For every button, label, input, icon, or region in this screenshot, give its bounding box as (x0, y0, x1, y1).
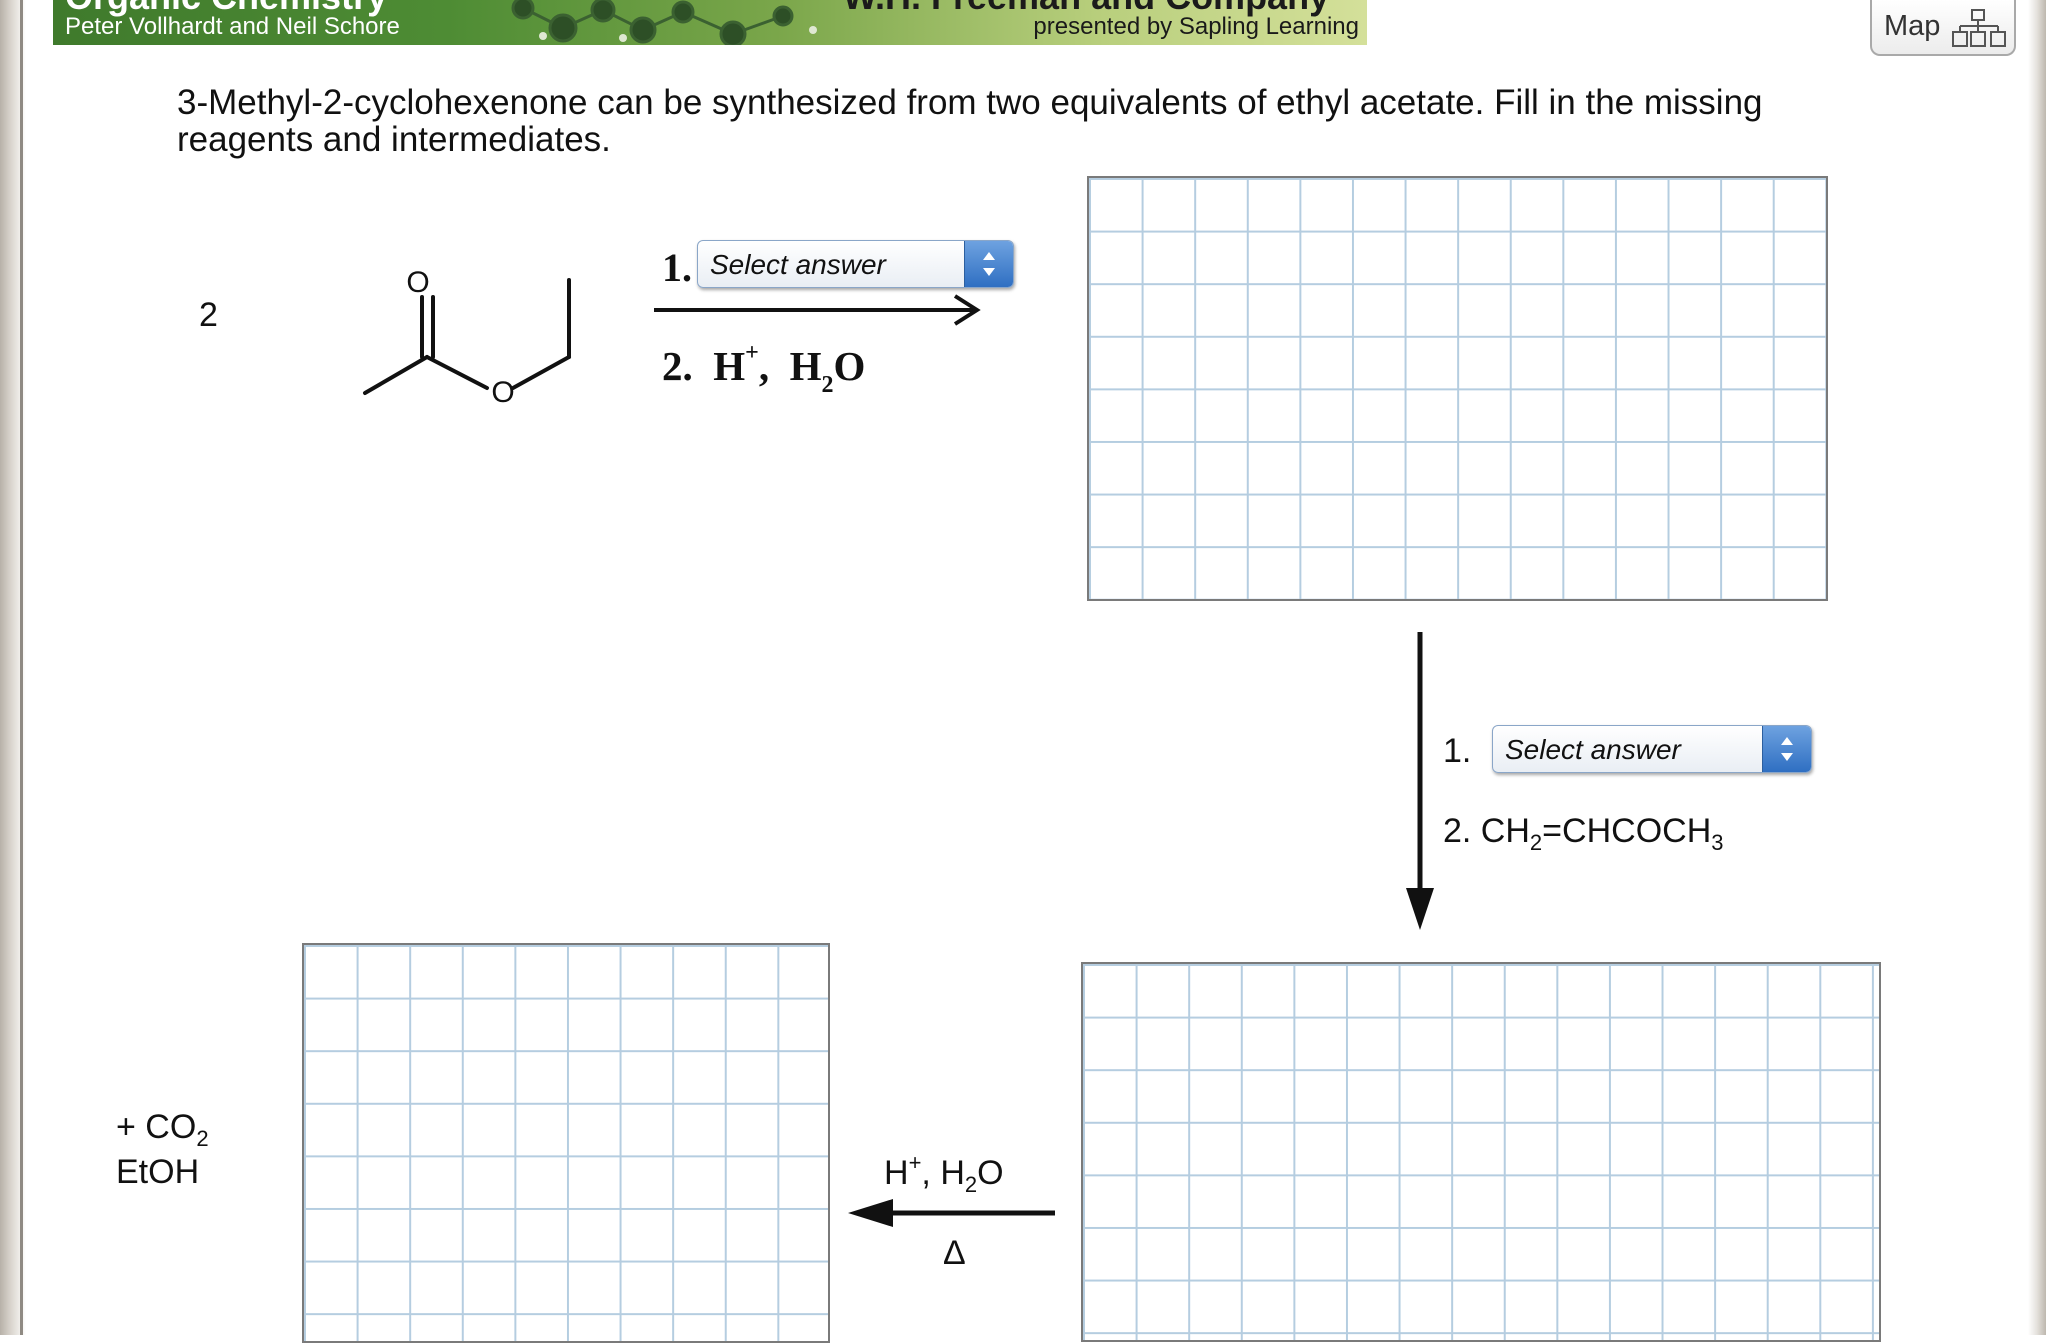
step2-reagent-select[interactable]: Select answer (1492, 725, 1812, 773)
intermediate-2-drawing-canvas[interactable] (1081, 962, 1881, 1342)
step3-heat-symbol: Δ (943, 1234, 966, 1272)
up-down-chevron-icon (1781, 737, 1793, 761)
step1-select-value: Select answer (710, 249, 886, 280)
step1-reagent-2: 2. H+, H2O (662, 340, 865, 399)
step1-reagent-O: O (833, 343, 866, 389)
step2-select-stepper[interactable] (1762, 726, 1811, 772)
step1-reagent-H: H (713, 343, 746, 389)
step1-reagent-select[interactable]: Select answer (697, 240, 1014, 288)
step2-reagent-2: 2. CH2=CHCOCH3 (1443, 812, 1724, 856)
step2-reagent-sub-a: 2 (1529, 830, 1543, 855)
step1-reagent-comma: , (758, 343, 770, 389)
step2-reagent-middle: =CHCOCH (1542, 812, 1712, 850)
byproduct-etoh: EtOH (116, 1153, 200, 1191)
step2-reagent-sub-b: 3 (1711, 830, 1724, 855)
step1-reagent-sub2: 2 (821, 372, 834, 398)
step1-reagent-H2: H (789, 343, 822, 389)
step2-number-1: 1. (1443, 732, 1472, 770)
intermediate-1-drawing-canvas[interactable] (1087, 176, 1828, 601)
up-down-chevron-icon (983, 252, 995, 276)
step3-reagent-rest: , H (921, 1154, 965, 1192)
step1-number-1: 1. (662, 245, 692, 290)
step1-select-stepper[interactable] (964, 241, 1013, 287)
product-drawing-canvas[interactable] (302, 943, 830, 1343)
step3-reagent: H+, H2O (884, 1150, 1004, 1198)
step1-reagent-plus: + (745, 340, 759, 366)
step1-number-2: 2. (662, 343, 693, 389)
step3-reagent-H: H (884, 1154, 909, 1192)
byproduct-co2-text: + CO (116, 1108, 197, 1146)
step3-reagent-plus: + (908, 1150, 922, 1175)
step2-select-value: Select answer (1505, 734, 1681, 765)
step3-reagent-sub2: 2 (964, 1172, 978, 1197)
step2-reagent-prefix: 2. CH (1443, 812, 1530, 850)
byproduct-co2: + CO2 (116, 1108, 209, 1152)
byproduct-co2-sub: 2 (196, 1126, 209, 1151)
step3-reagent-O: O (977, 1154, 1004, 1192)
